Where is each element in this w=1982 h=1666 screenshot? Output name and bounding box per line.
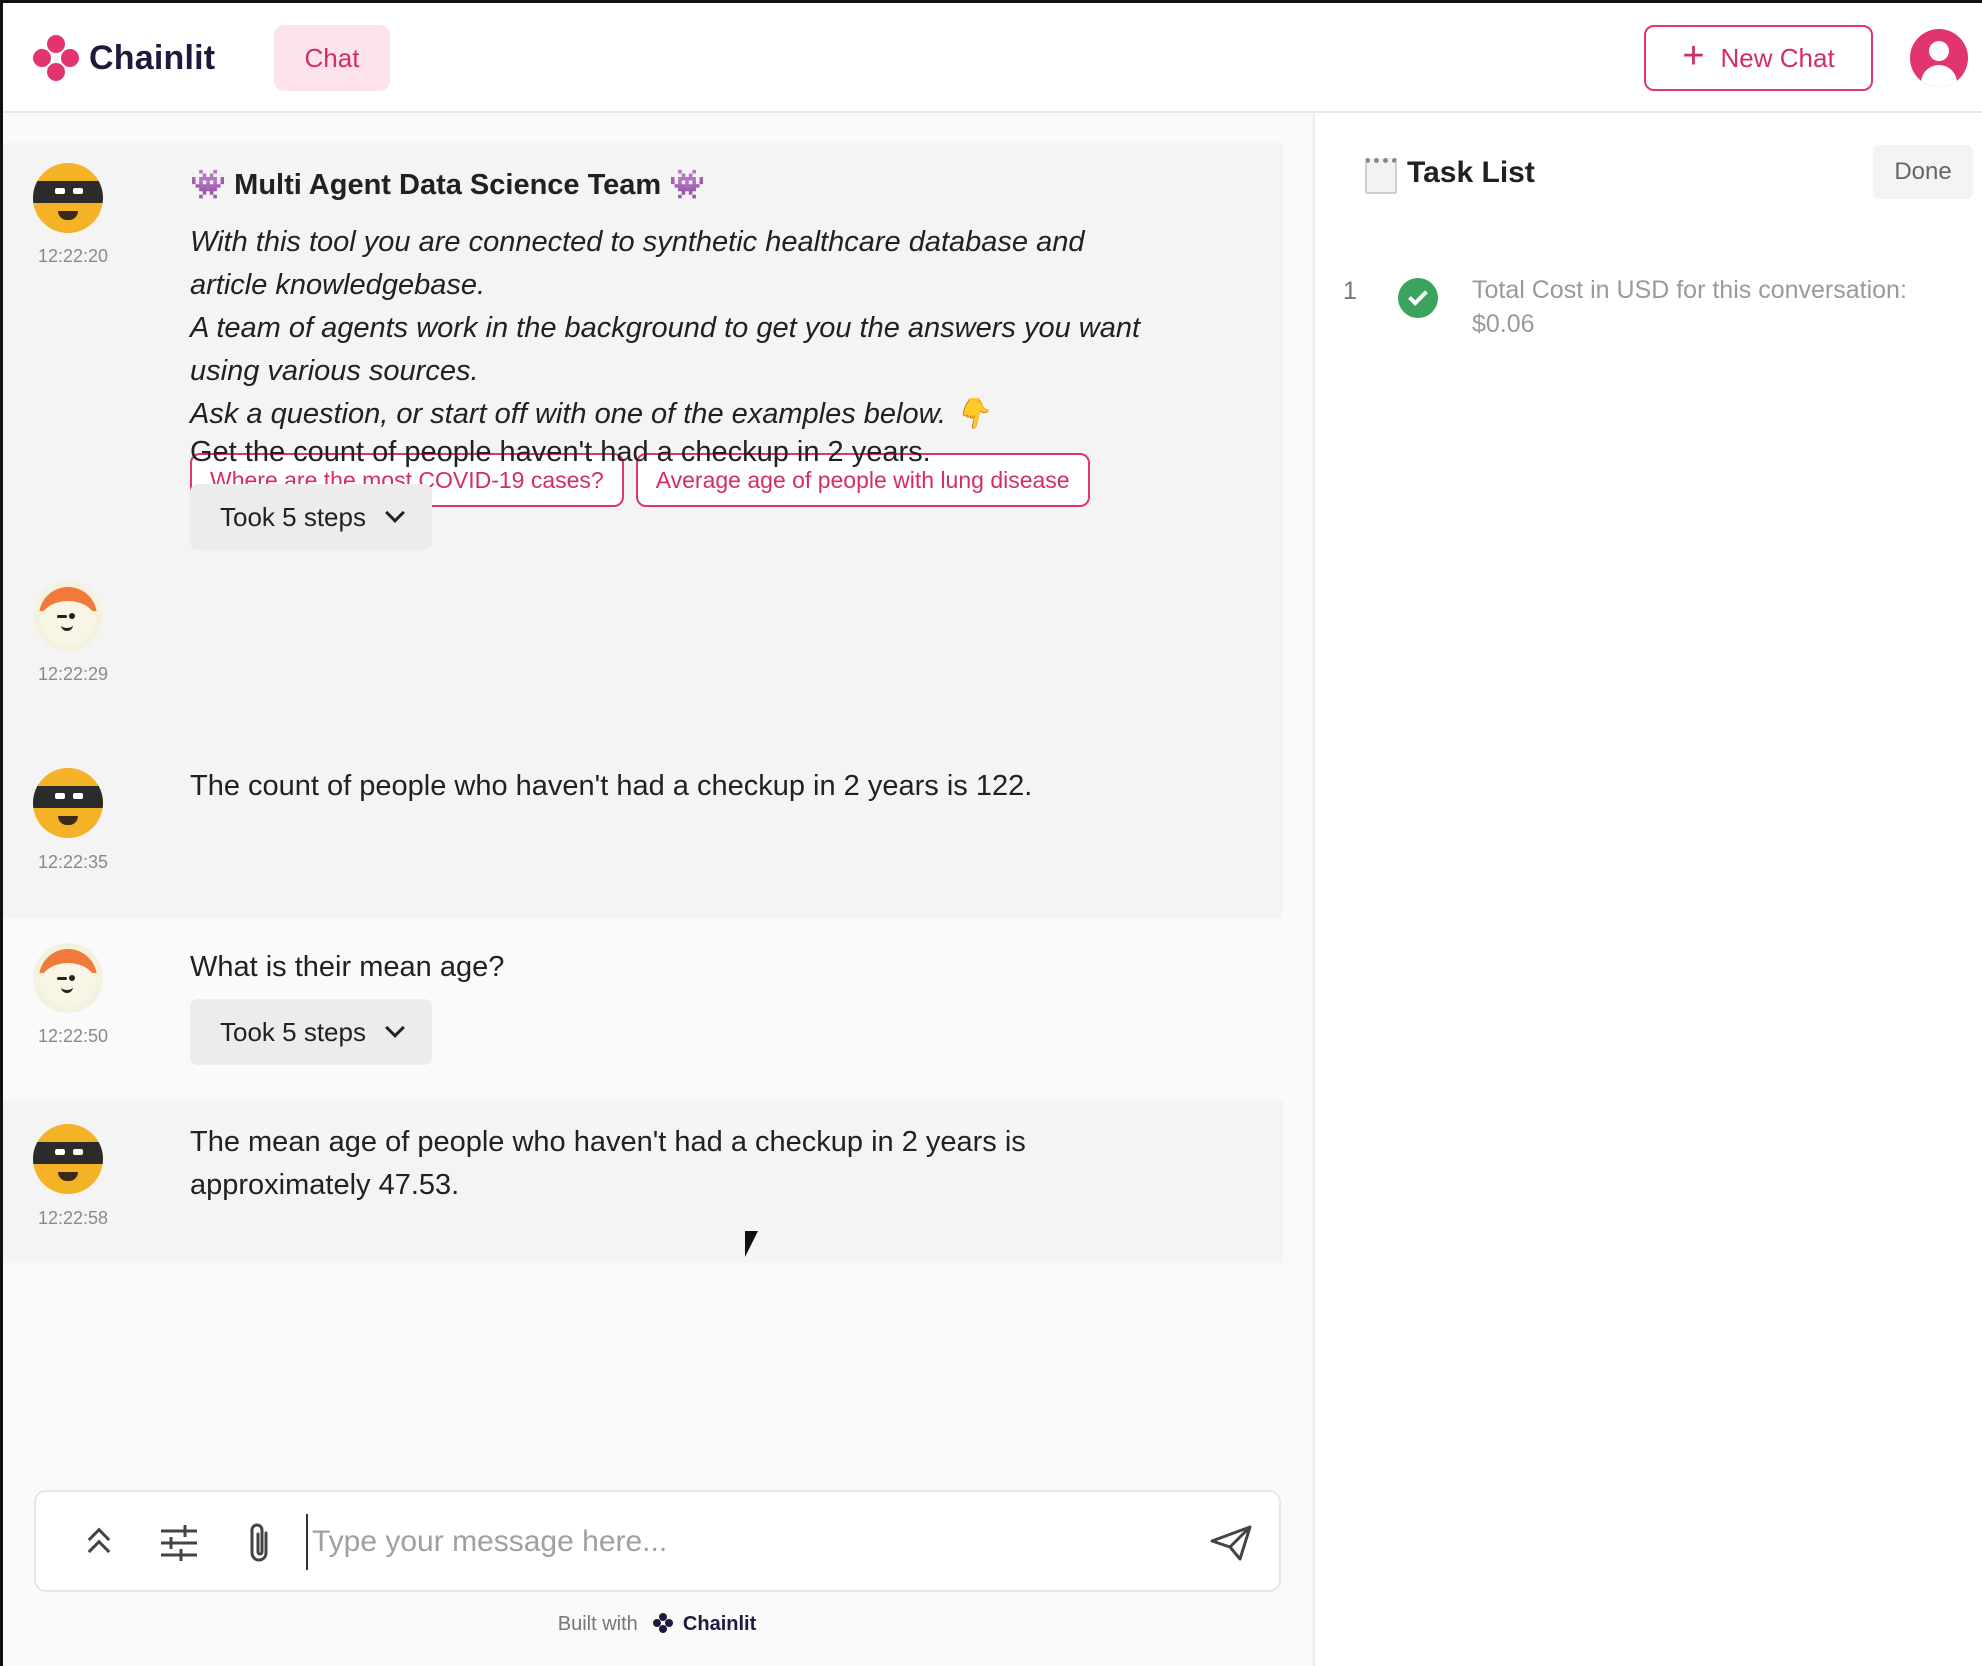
message-time: 12:22:35 [37, 852, 109, 872]
chevron-down-icon [385, 503, 405, 523]
header: Chainlit Chat + New Chat [3, 3, 1982, 113]
welcome-title: 👾 Multi Agent Data Science Team 👾 [190, 169, 706, 201]
user-icon [1929, 41, 1949, 61]
task-number: 1 [1343, 277, 1357, 305]
paperclip-icon [250, 1523, 268, 1562]
welcome-line: article knowledgebase. [190, 269, 486, 301]
task-value: $0.06 [1472, 310, 1535, 338]
user-avatar [33, 943, 103, 1013]
message-line: approximately 47.53. [190, 1169, 460, 1201]
message-user: 12:22:50 What is their mean age? Took 5 … [3, 918, 1283, 1101]
message-bot: 12:22:35 The count of people who haven't… [3, 738, 1283, 918]
task-item[interactable]: Total Cost in USD for this conversation:… [1472, 273, 1972, 341]
task-text: Total Cost in USD for this conversation: [1472, 276, 1907, 304]
app-window: Chainlit Chat + New Chat 12:22:20 👾 Mult… [0, 0, 1982, 1666]
welcome-text: With this tool you are connected to synt… [190, 221, 1140, 436]
chat-area: 12:22:20 👾 Multi Agent Data Science Team… [3, 113, 1311, 1666]
plus-icon: + [1682, 35, 1705, 77]
message-bot: 12:22:58 The mean age of people who have… [3, 1101, 1283, 1263]
steps-toggle[interactable]: Took 5 steps [190, 484, 432, 550]
message-body: Get the count of people haven't had a ch… [190, 431, 931, 550]
message-time: 12:22:58 [37, 1208, 109, 1228]
settings-button[interactable] [154, 1518, 204, 1568]
chevron-down-icon [385, 1018, 405, 1038]
built-with-text: Built with [557, 1613, 638, 1635]
new-chat-label: New Chat [1720, 42, 1835, 73]
message-user: 12:22:29 Get the count of people haven't… [3, 436, 1283, 738]
welcome-line: With this tool you are connected to synt… [190, 226, 1085, 258]
bot-avatar [33, 768, 103, 838]
message-line: The mean age of people who haven't had a… [190, 1126, 1026, 1158]
user-menu-avatar[interactable] [1910, 29, 1968, 87]
message-time: 12:22:20 [37, 246, 109, 266]
message-composer [34, 1490, 1281, 1592]
task-list-title: Task List [1407, 156, 1535, 189]
message-text: Get the count of people haven't had a ch… [190, 436, 931, 468]
send-button[interactable] [1206, 1518, 1256, 1568]
bot-avatar [33, 163, 103, 233]
message-text: What is their mean age? [190, 951, 505, 983]
sliders-icon [161, 1525, 197, 1561]
tab-chat[interactable]: Chat [274, 25, 390, 91]
chainlit-logo-icon [33, 35, 79, 81]
steps-toggle[interactable]: Took 5 steps [190, 999, 432, 1065]
notepad-icon [1365, 158, 1397, 194]
welcome-line: using various sources. [190, 355, 479, 387]
built-with-footer[interactable]: Built with Chainlit [3, 1613, 1311, 1636]
welcome-line: A team of agents work in the background … [190, 312, 1141, 344]
new-chat-button[interactable]: + New Chat [1644, 25, 1873, 91]
steps-label: Took 5 steps [220, 1016, 366, 1047]
check-circle-icon [1398, 278, 1438, 318]
attach-file-button[interactable] [234, 1518, 284, 1568]
message-body: What is their mean age? Took 5 steps [190, 946, 504, 1065]
mouse-cursor-icon [745, 1231, 758, 1257]
footer-brand: Chainlit [682, 1613, 757, 1635]
message-input[interactable] [306, 1514, 1186, 1570]
message-text: The count of people who haven't had a ch… [190, 770, 1033, 802]
send-icon [1210, 1525, 1252, 1561]
message-time: 12:22:50 [37, 1026, 109, 1046]
message-time: 12:22:29 [37, 664, 109, 684]
message-body: The mean age of people who haven't had a… [190, 1121, 1026, 1207]
steps-label: Took 5 steps [220, 501, 366, 532]
welcome-line: Ask a question, or start off with one of… [190, 398, 991, 430]
scroll-up-button[interactable] [74, 1518, 124, 1568]
chainlit-logo-icon [653, 1613, 674, 1633]
task-status-done: Done [1873, 145, 1973, 199]
logo-text: Chainlit [89, 38, 216, 77]
user-avatar [33, 581, 103, 651]
logo[interactable]: Chainlit [33, 33, 215, 83]
bot-avatar [33, 1124, 103, 1194]
task-list-panel: Task List Done 1 Total Cost in USD for t… [1313, 113, 1982, 1666]
double-chevron-up-icon [87, 1527, 111, 1563]
